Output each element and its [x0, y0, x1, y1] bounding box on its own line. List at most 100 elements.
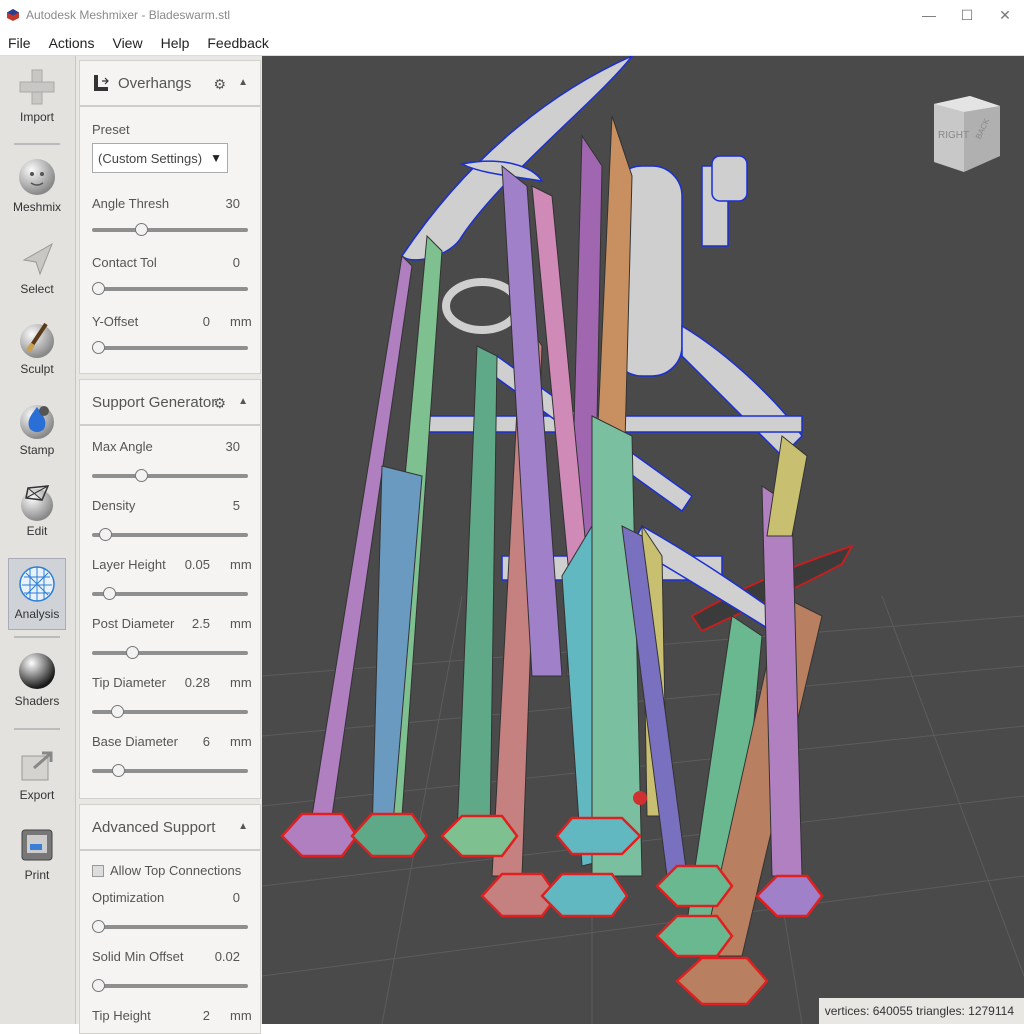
- tool-meshmix[interactable]: Meshmix: [0, 156, 74, 214]
- tip-height-label: Tip Height: [92, 1008, 151, 1023]
- tip-height-unit: mm: [230, 1008, 252, 1023]
- tool-sidebar: Import Meshmix Select Sculpt Stamp Edit …: [0, 56, 76, 1024]
- menu-actions[interactable]: Actions: [40, 35, 104, 51]
- gear-icon[interactable]: ⚙: [213, 76, 226, 93]
- tool-sculpt[interactable]: Sculpt: [0, 318, 74, 376]
- overhangs-panel: Overhangs ⚙ ▲ Preset (Custom Settings) ▼…: [79, 60, 261, 374]
- dropdown-arrow-icon: ▼: [210, 151, 222, 165]
- close-button[interactable]: ✕: [986, 0, 1024, 30]
- minimize-button[interactable]: —: [910, 0, 948, 30]
- tip-diameter-slider[interactable]: [92, 705, 248, 718]
- preset-dropdown[interactable]: (Custom Settings) ▼: [92, 143, 228, 173]
- post-diameter-slider[interactable]: [92, 646, 248, 659]
- density-slider[interactable]: [92, 528, 248, 541]
- slider-knob[interactable]: [134, 469, 148, 482]
- menu-bar: File Actions View Help Feedback: [0, 30, 1024, 56]
- slider-knob[interactable]: [112, 764, 126, 777]
- tool-analysis[interactable]: Analysis: [8, 558, 66, 630]
- slider-knob[interactable]: [134, 223, 148, 236]
- layer-height-value: 0.05: [184, 557, 210, 572]
- tool-edit[interactable]: Edit: [0, 480, 74, 538]
- slider-knob[interactable]: [99, 528, 113, 541]
- collapse-caret-icon[interactable]: ▲: [238, 77, 248, 88]
- toolbar-divider: [14, 636, 60, 638]
- solid-min-offset-value: 0.02: [214, 949, 240, 964]
- menu-feedback[interactable]: Feedback: [198, 35, 277, 51]
- tool-select[interactable]: Select: [0, 238, 74, 296]
- layer-height-label: Layer Height: [92, 557, 166, 572]
- slider-knob[interactable]: [110, 705, 124, 718]
- tip-diameter-value: 0.28: [184, 675, 210, 690]
- post-diameter-unit: mm: [230, 616, 252, 631]
- gear-icon[interactable]: ⚙: [213, 395, 226, 412]
- advanced-support-header[interactable]: Advanced Support ▲: [80, 805, 260, 851]
- tool-stamp[interactable]: Stamp: [0, 399, 74, 457]
- overhang-icon: [94, 75, 109, 91]
- collapse-caret-icon[interactable]: ▲: [238, 821, 248, 832]
- panel-title: Overhangs: [118, 74, 192, 92]
- optimization-slider[interactable]: [92, 920, 248, 933]
- slider-knob[interactable]: [92, 341, 105, 354]
- plus-icon: [19, 69, 55, 105]
- contact-tol-slider[interactable]: [92, 282, 248, 295]
- solid-min-offset-slider[interactable]: [92, 979, 248, 992]
- scene-render[interactable]: [262, 56, 1024, 1024]
- base-diameter-slider[interactable]: [92, 764, 248, 777]
- post-diameter-label: Post Diameter: [92, 616, 175, 631]
- toolbar-divider: [14, 728, 60, 730]
- angle-thresh-slider[interactable]: [92, 223, 248, 236]
- support-generator-header[interactable]: Support Generator ⚙ ▲: [80, 380, 260, 426]
- base-diameter-label: Base Diameter: [92, 734, 178, 749]
- menu-help[interactable]: Help: [152, 35, 199, 51]
- contact-tol-value: 0: [232, 255, 240, 270]
- slider-knob[interactable]: [126, 646, 140, 659]
- status-bar: vertices: 640055 triangles: 1279114: [818, 998, 1024, 1024]
- allow-top-connections-label: Allow Top Connections: [110, 863, 242, 878]
- layer-height-slider[interactable]: [92, 587, 248, 600]
- arrow-cursor-icon: [22, 242, 53, 276]
- tool-export[interactable]: Export: [0, 744, 74, 802]
- layer-height-unit: mm: [230, 557, 252, 572]
- menu-view[interactable]: View: [103, 35, 151, 51]
- tool-print[interactable]: Print: [0, 824, 74, 882]
- export-icon: [21, 751, 53, 781]
- angle-thresh-value: 30: [225, 196, 240, 211]
- tip-diameter-label: Tip Diameter: [92, 675, 166, 690]
- view-cube[interactable]: RIGHT BACK: [930, 92, 1002, 176]
- allow-top-connections-checkbox[interactable]: [92, 865, 104, 877]
- window-title: Autodesk Meshmixer - Bladeswarm.stl: [26, 8, 231, 22]
- solid-min-offset-label: Solid Min Offset: [92, 949, 184, 964]
- y-offset-label: Y-Offset: [92, 314, 139, 329]
- slider-knob[interactable]: [92, 282, 105, 295]
- pivot-marker: [633, 791, 647, 805]
- slider-knob[interactable]: [103, 587, 117, 600]
- overhangs-header[interactable]: Overhangs ⚙ ▲: [80, 61, 260, 107]
- edit-sphere-icon: [21, 485, 53, 521]
- y-offset-value: 0: [202, 314, 210, 329]
- slider-knob[interactable]: [92, 920, 105, 933]
- panel-title: Support Generator: [92, 393, 217, 411]
- printer-icon: [21, 829, 53, 861]
- slider-knob[interactable]: [92, 979, 105, 992]
- contact-tol-label: Contact Tol: [92, 255, 157, 270]
- title-bar: Autodesk Meshmixer - Bladeswarm.stl — ☐ …: [0, 0, 1024, 30]
- panel-title: Advanced Support: [92, 818, 216, 836]
- tool-import[interactable]: Import: [0, 66, 74, 124]
- maximize-button[interactable]: ☐: [948, 0, 986, 30]
- support-generator-panel: Support Generator ⚙ ▲ Max Angle 30 Densi…: [79, 379, 261, 799]
- max-angle-slider[interactable]: [92, 469, 248, 482]
- brush-sphere-icon: [20, 322, 54, 358]
- advanced-support-panel: Advanced Support ▲ Allow Top Connections…: [79, 804, 261, 1034]
- properties-panels: Overhangs ⚙ ▲ Preset (Custom Settings) ▼…: [76, 56, 262, 1034]
- density-label: Density: [92, 498, 136, 513]
- menu-file[interactable]: File: [0, 35, 40, 51]
- max-angle-value: 30: [225, 439, 240, 454]
- base-diameter-unit: mm: [230, 734, 252, 749]
- tip-diameter-unit: mm: [230, 675, 252, 690]
- 3d-viewport[interactable]: RIGHT BACK vertices: 640055 triangles: 1…: [262, 56, 1024, 1024]
- y-offset-slider[interactable]: [92, 341, 248, 354]
- collapse-caret-icon[interactable]: ▲: [238, 396, 248, 407]
- tool-shaders[interactable]: Shaders: [0, 650, 74, 708]
- shader-sphere-icon: [19, 653, 55, 689]
- tip-height-value: 2: [202, 1008, 210, 1023]
